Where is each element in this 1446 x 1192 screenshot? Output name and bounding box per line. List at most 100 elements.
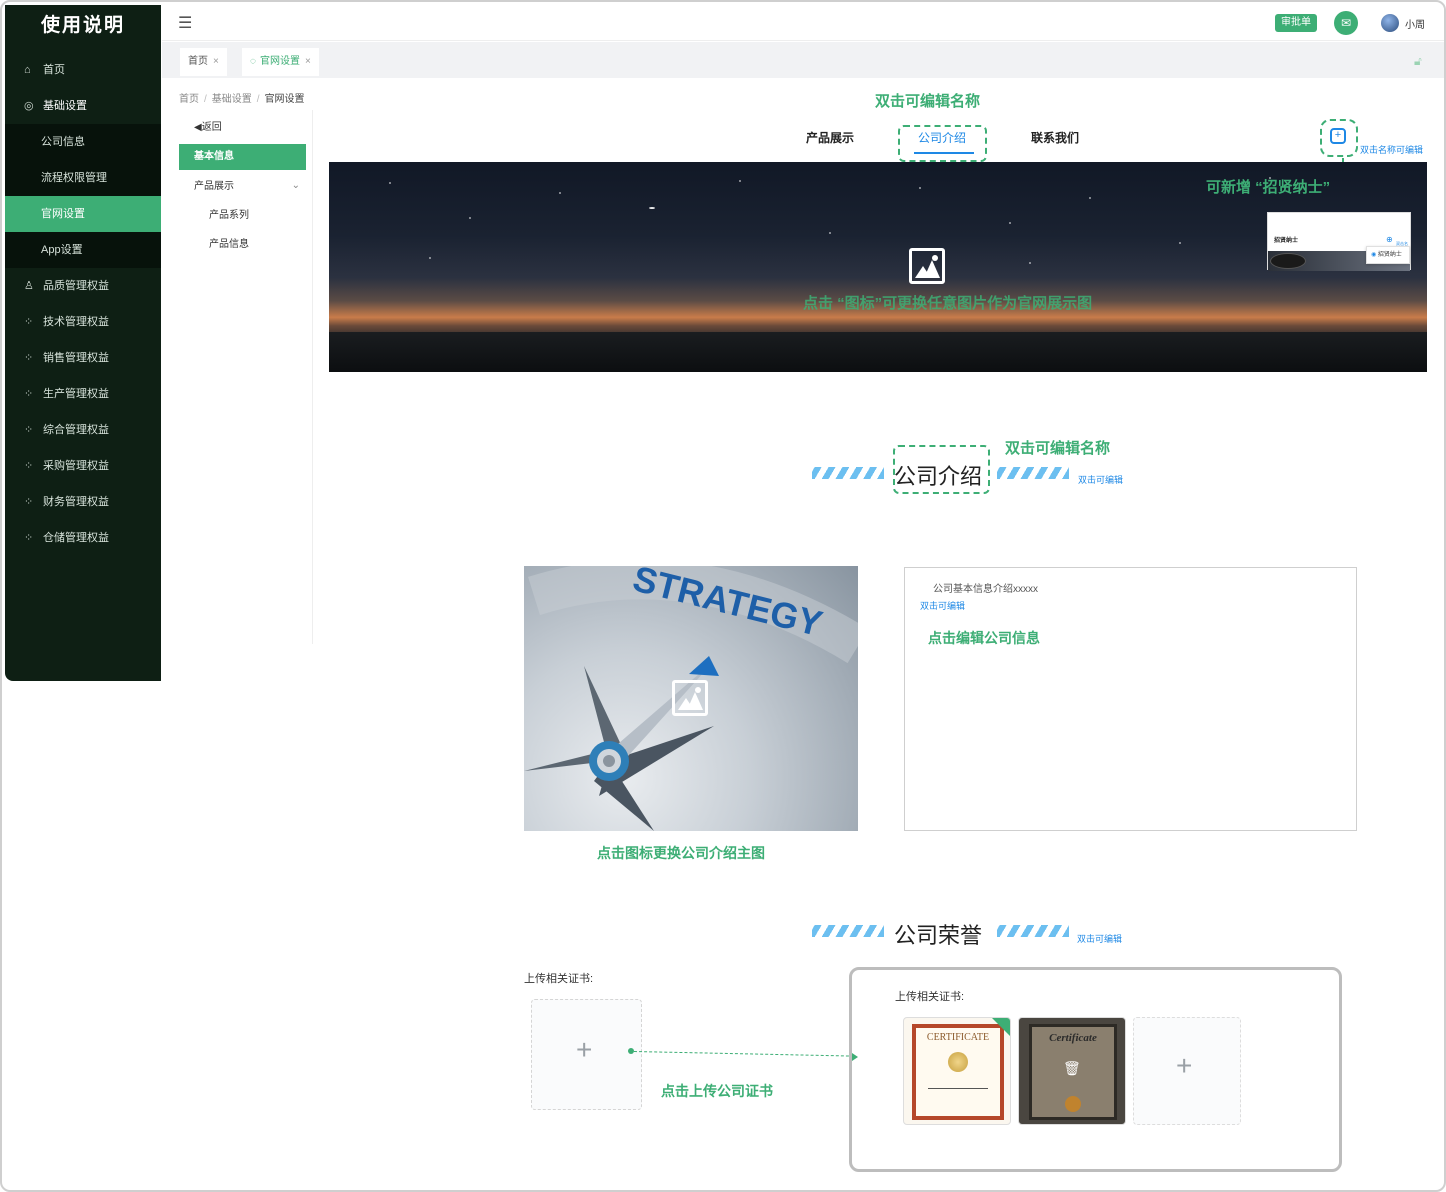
sidebar-sub-website-settings[interactable]: 官网设置 [5,196,161,232]
app-title: 使用说明 [40,15,125,36]
sidebar-item-tech[interactable]: ⁘ 技术管理权益 [5,304,161,340]
tabs-bar: 首页 × ◌ 官网设置 × 🔓︎ [162,42,1444,78]
certificate-heading: CERTIFICATE [926,1032,990,1043]
plus-icon: + [1176,1050,1193,1081]
mini-menu-item: ◉ 招贤纳士 [1366,246,1410,264]
image-replace-icon[interactable] [909,248,945,284]
grid-icon: ⁘ [24,316,34,328]
intro-text[interactable]: 公司基本信息介绍xxxxx [933,580,1038,595]
sidebar-sub-company-info[interactable]: 公司信息 [5,124,161,160]
grid-icon: ⁘ [24,532,34,544]
breadcrumb: 首页 / 基础设置 / 官网设置 [179,94,305,105]
refresh-icon: ◌ [250,56,256,67]
honors-title-editable-hint: 双击可编辑 [1077,934,1123,944]
home-icon: ⌂ [24,64,31,76]
grid-icon: ⁘ [24,388,34,400]
add-nav-icon[interactable]: + [1330,128,1346,144]
intro-text-box[interactable]: 公司基本信息介绍xxxxx 双击可编辑 点击编辑公司信息 [904,567,1357,831]
annotation-edit-company-info: 点击编辑公司信息 [928,630,1040,646]
certificate-heading: Certificate [1049,1032,1097,1044]
certificate-thumb[interactable]: Certificate 🗑︎ [1018,1017,1126,1125]
close-icon[interactable]: × [213,56,219,67]
sidebar-item-label: 品质管理权益 [43,280,109,292]
breadcrumb-item[interactable]: 基础设置 [212,94,252,105]
annotation-add-recruit: 可新增 “招贤纳士” [1206,179,1331,196]
mini-thumb [1270,253,1306,269]
sidebar-item-label: 财务管理权益 [43,496,109,508]
subnav-product-series[interactable]: 产品系列 [179,203,306,229]
top-bar: ☰ 审批单 ✉ 小周 [162,5,1444,41]
menu-toggle-icon[interactable]: ☰ [178,13,192,33]
intro-section-title[interactable]: 公司介绍 [894,459,982,491]
sidebar-item-basic-settings[interactable]: ◎ 基础设置 [5,88,161,124]
subnav-product-display[interactable]: 产品展示 ⌄ [179,174,306,200]
sidebar-item-finance[interactable]: ⁘ 财务管理权益 [5,484,161,520]
certificate-seal [948,1052,968,1072]
sidebar-item-warehouse[interactable]: ⁘ 仓储管理权益 [5,520,161,556]
mini-add-icon: ⊕ [1386,235,1393,244]
breadcrumb-current: 官网设置 [264,94,305,105]
sidebar-item-production[interactable]: ⁘ 生产管理权益 [5,376,161,412]
tab-website-settings[interactable]: ◌ 官网设置 × [242,48,319,76]
annotation-dblclick-name: 双击可编辑名称 [875,93,981,110]
sidebar-sub-app-settings[interactable]: App设置 [5,232,161,268]
mail-icon[interactable]: ✉ [1334,11,1358,35]
grid-icon: ⁘ [24,424,34,436]
grid-icon: ⁘ [24,460,34,472]
close-icon[interactable]: × [305,56,311,67]
sidebar-item-general[interactable]: ⁘ 综合管理权益 [5,412,161,448]
tab-home[interactable]: 首页 × [180,48,227,76]
sidebar-item-purchasing[interactable]: ⁘ 采购管理权益 [5,448,161,484]
sidebar-item-home[interactable]: ⌂ 首页 [5,52,161,88]
sidebar-item-label: 仓储管理权益 [43,532,109,544]
upload-certificate-button[interactable]: + [1133,1017,1241,1125]
sidebar-item-quality[interactable]: ♙ 品质管理权益 [5,268,161,304]
banner-horizon [329,332,1427,372]
tab-label: 官网设置 [259,56,300,67]
image-replace-icon[interactable] [672,680,708,716]
sidebar-item-label: 采购管理权益 [43,460,109,472]
back-link[interactable]: ◀返回 [179,115,306,141]
sidebar-sub-process-permissions[interactable]: 流程权限管理 [5,160,161,196]
grid-icon: ⁘ [24,352,34,364]
intro-text-editable-hint: 双击可编辑 [920,601,966,611]
connector-line [633,1051,854,1057]
annotation-upload-cert: 点击上传公司证书 [661,1083,773,1099]
active-underline [914,152,974,154]
plus-icon: + [576,1034,593,1065]
title-stripes-right [997,467,1069,479]
honors-section-title[interactable]: 公司荣誉 [894,918,982,950]
sidebar-item-label: 技术管理权益 [43,316,109,328]
site-nav-about[interactable]: 公司介绍 [918,129,966,146]
upload-label: 上传相关证书: [524,973,594,985]
intro-main-image[interactable]: STRATEGY [524,566,858,831]
trash-icon[interactable]: 🗑︎ [1063,1060,1081,1077]
nav-editable-hint: 双击名称可编辑 [1360,145,1424,155]
site-nav-products[interactable]: 产品展示 [806,129,854,146]
site-nav-contact[interactable]: 联系我们 [1031,129,1079,146]
user-name[interactable]: 小周 [1405,16,1425,31]
chevron-down-icon: ⌄ [291,180,300,191]
selected-corner [992,1018,1010,1038]
subnav-product-info[interactable]: 产品信息 [179,232,306,258]
user-icon: ♙ [24,280,34,292]
sidebar-item-sales[interactable]: ⁘ 销售管理权益 [5,340,161,376]
approval-button[interactable]: 审批单 [1275,14,1317,32]
intro-title-editable-hint: 双击可编辑 [1078,475,1124,485]
title-stripes-left [812,925,884,937]
sidebar: 使用说明 ⌂ 首页 ◎ 基础设置 公司信息 流程权限管理 官网设置 App设置 … [5,5,161,681]
sidebar-item-label: 综合管理权益 [43,424,109,436]
app-window: 使用说明 ⌂ 首页 ◎ 基础设置 公司信息 流程权限管理 官网设置 App设置 … [0,0,1446,1192]
sidebar-item-label: 生产管理权益 [43,388,109,400]
sidebar-item-label: 基础设置 [43,100,87,112]
mini-preview: 招贤纳士 ⊕ 双击名称 ◉ 招贤纳士 [1267,212,1411,271]
upload-certificate-button[interactable]: + [531,999,642,1110]
avatar[interactable] [1381,14,1399,32]
subnav-basic-info[interactable]: 基本信息 [179,144,306,170]
certificate-thumb[interactable]: CERTIFICATE [903,1017,1011,1125]
breadcrumb-item[interactable]: 首页 [179,94,199,105]
annotation-replace-intro-image: 点击图标更换公司介绍主图 [597,845,765,861]
title-stripes-left [812,467,884,479]
title-stripes-right [997,925,1069,937]
lock-icon[interactable]: 🔓︎ [1414,54,1422,69]
